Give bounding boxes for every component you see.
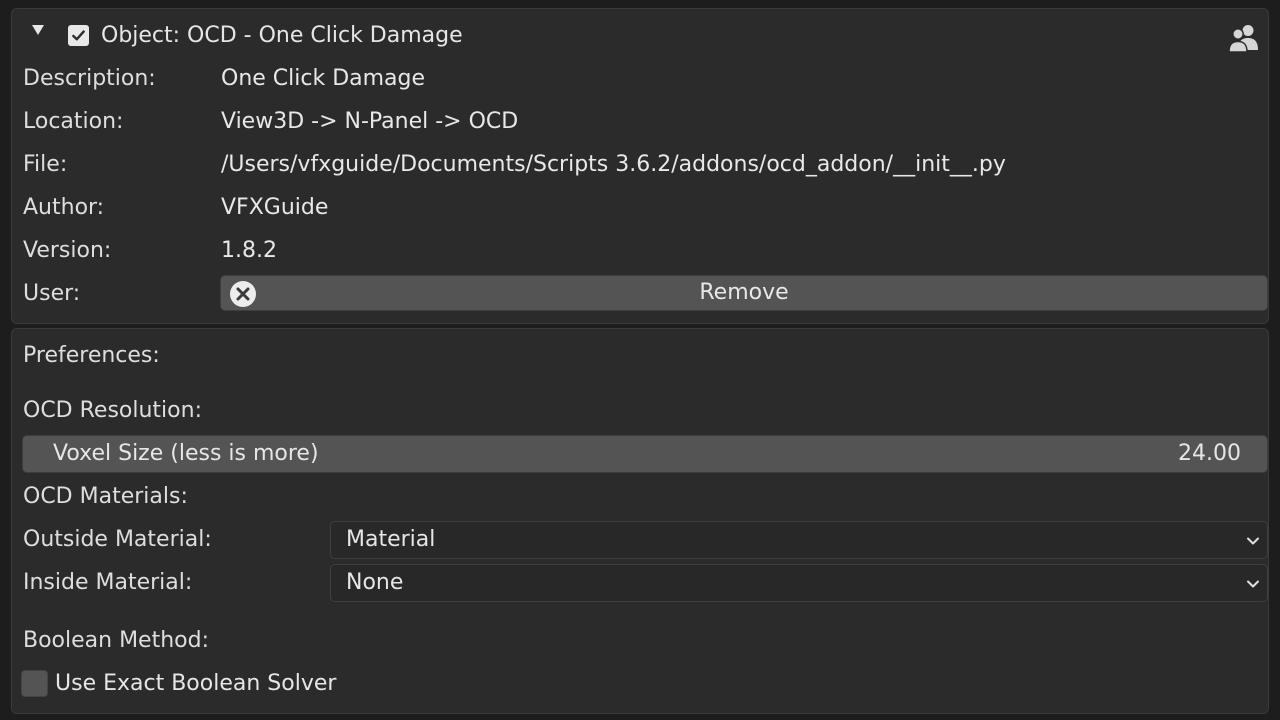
- boolean-method-heading: Boolean Method:: [23, 628, 210, 653]
- author-label: Author:: [23, 195, 105, 220]
- description-label: Description:: [23, 66, 156, 91]
- remove-button[interactable]: Remove: [220, 275, 1268, 311]
- voxel-size-label: Voxel Size (less is more): [53, 441, 319, 466]
- chevron-down-icon: [1247, 537, 1259, 545]
- preferences-panel: Preferences: OCD Resolution: Voxel Size …: [11, 328, 1269, 714]
- location-value: View3D -> N-Panel -> OCD: [221, 109, 519, 134]
- disclosure-triangle-down-icon[interactable]: [32, 25, 44, 35]
- description-value: One Click Damage: [221, 66, 426, 91]
- version-label: Version:: [23, 238, 112, 263]
- addon-title: Object: OCD - One Click Damage: [101, 23, 463, 48]
- file-label: File:: [23, 152, 68, 177]
- users-icon[interactable]: [1228, 23, 1260, 53]
- outside-material-label: Outside Material:: [23, 527, 212, 552]
- location-label: Location:: [23, 109, 124, 134]
- remove-button-label: Remove: [699, 280, 789, 305]
- voxel-size-slider[interactable]: Voxel Size (less is more) 24.00: [22, 435, 1268, 473]
- materials-heading: OCD Materials:: [23, 484, 188, 509]
- author-value: VFXGuide: [221, 195, 329, 220]
- version-value: 1.8.2: [221, 238, 277, 263]
- checkmark-icon: [72, 30, 85, 41]
- outside-material-dropdown[interactable]: Material: [330, 521, 1268, 559]
- file-value: /Users/vfxguide/Documents/Scripts 3.6.2/…: [221, 152, 1006, 177]
- addon-enabled-checkbox[interactable]: [68, 25, 89, 46]
- resolution-heading: OCD Resolution:: [23, 398, 202, 423]
- preferences-title: Preferences:: [23, 343, 160, 368]
- chevron-down-icon: [1247, 580, 1259, 588]
- user-label: User:: [23, 281, 81, 306]
- voxel-size-value: 24.00: [1178, 441, 1241, 466]
- addon-info-panel: Object: OCD - One Click Damage Descripti…: [11, 8, 1269, 324]
- exact-boolean-label[interactable]: Use Exact Boolean Solver: [55, 669, 336, 699]
- inside-material-dropdown[interactable]: None: [330, 564, 1268, 602]
- exact-boolean-checkbox[interactable]: [21, 670, 48, 697]
- inside-material-label: Inside Material:: [23, 570, 193, 595]
- outside-material-value: Material: [346, 527, 436, 552]
- inside-material-value: None: [346, 570, 404, 595]
